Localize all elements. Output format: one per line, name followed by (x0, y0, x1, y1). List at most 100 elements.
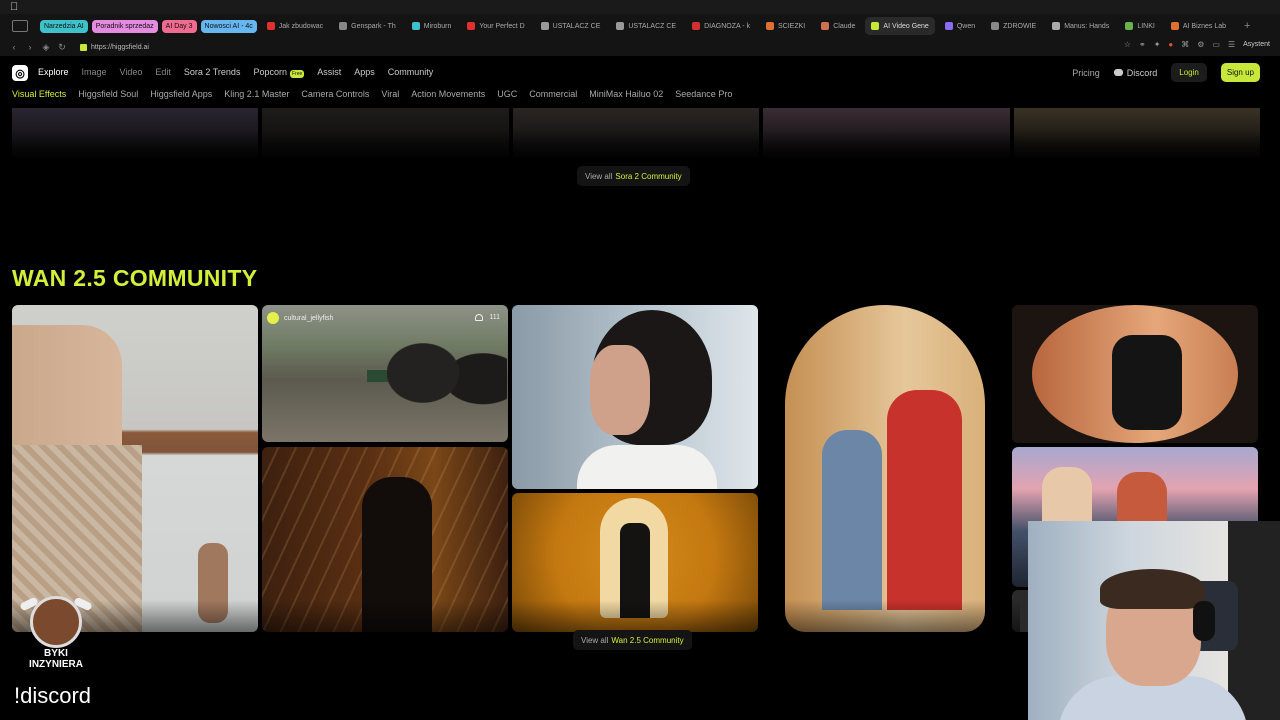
view-all-wan-button[interactable]: View all Wan 2.5 Community (573, 630, 692, 650)
nav-item[interactable]: Edit (155, 67, 171, 77)
url-text: https://higgsfield.ai (91, 43, 149, 51)
settings-icon[interactable]: ⚙ (1197, 40, 1204, 49)
gallery-tile[interactable] (12, 305, 258, 632)
nav-item-label: Edit (155, 67, 171, 77)
browser-tab[interactable]: USTALACZ CE (535, 17, 607, 35)
subnav-item[interactable]: Camera Controls (301, 89, 369, 99)
view-all-sora-button[interactable]: View all Sora 2 Community (577, 166, 690, 186)
browser-tab[interactable]: USTALACZ CE (610, 17, 682, 35)
browser-tab[interactable]: Genspark - Th (333, 17, 402, 35)
tab-favicon-icon (540, 22, 549, 30)
new-tab-icon[interactable]: + (1236, 20, 1258, 32)
sidebar-toggle-icon[interactable] (12, 20, 28, 32)
subnav-item[interactable]: Action Movements (411, 89, 485, 99)
gallery-fade (0, 600, 1020, 690)
tab-favicon-icon (411, 22, 420, 30)
like-count: 111 (489, 314, 500, 321)
star-icon[interactable]: ☆ (1124, 40, 1131, 49)
login-button[interactable]: Login (1171, 63, 1207, 82)
assistant-button[interactable]: Asystent (1243, 41, 1270, 48)
extension-icon[interactable]: ✦ (1154, 40, 1161, 49)
subnav-item[interactable]: UGC (497, 89, 517, 99)
view-all-name: Wan 2.5 Community (611, 635, 684, 645)
browser-tab[interactable]: Qwen (939, 17, 981, 35)
discord-icon (1113, 69, 1123, 76)
apple-icon[interactable]:  (10, 1, 18, 13)
browser-tab[interactable]: AI Biznes Lab (1165, 17, 1232, 35)
gallery-tile[interactable] (512, 305, 758, 489)
browser-tab[interactable]: Claude (815, 17, 861, 35)
gallery-tile[interactable] (1012, 305, 1258, 443)
signup-button[interactable]: Sign up (1220, 63, 1260, 82)
badge-line: BYKI (44, 648, 68, 659)
browser-tab[interactable]: SCIEZKI (760, 17, 811, 35)
tab-group[interactable]: AI Day 3 (161, 19, 197, 33)
subnav-item[interactable]: Higgsfield Soul (78, 89, 138, 99)
subnav-item[interactable]: Commercial (529, 89, 577, 99)
record-icon[interactable]: ● (1168, 40, 1173, 49)
browser-tab[interactable]: Jak zbudowac (261, 17, 329, 35)
reload-icon[interactable]: ↻ (54, 42, 70, 53)
headset-icon (1193, 601, 1215, 641)
tab-label: Manus: Hands (1064, 22, 1110, 30)
browser-tab[interactable]: Your Perfect D (461, 17, 530, 35)
nav-item[interactable]: Explore (38, 67, 69, 77)
discord-link[interactable]: Discord (1113, 68, 1157, 78)
subnav-item[interactable]: Kling 2.1 Master (224, 89, 289, 99)
nav-item[interactable]: Sora 2 Trends (184, 67, 241, 77)
subnav-item[interactable]: MiniMax Hailuo 02 (589, 89, 663, 99)
tab-label: Claude (833, 22, 856, 30)
bull-mascot-icon (30, 596, 82, 648)
tile-author[interactable]: cultural_jellyfish (267, 312, 333, 324)
shield-icon[interactable]: ◈ (38, 42, 54, 53)
nav-item-label: Sora 2 Trends (183, 67, 241, 77)
badge-line: INZYNIERA (29, 659, 83, 670)
nav-item-label: Video (119, 67, 143, 77)
puzzle-icon[interactable]: ⌘ (1181, 40, 1189, 49)
gallery-tile[interactable] (762, 305, 1008, 632)
tab-group[interactable]: Poradnik sprzedaz (91, 19, 158, 33)
forward-icon[interactable]: › (22, 42, 38, 53)
nav-item-label: Popcorn (253, 67, 287, 77)
back-icon[interactable]: ‹ (6, 42, 22, 53)
link-icon[interactable]: ⚭ (1139, 40, 1146, 49)
tab-label: Your Perfect D (479, 22, 525, 30)
thumbnail-shape (1112, 335, 1182, 430)
address-bar[interactable]: https://higgsfield.ai (80, 43, 149, 51)
nav-item[interactable]: Assist (317, 67, 341, 77)
main-nav: Explore Image Video Edit Sora 2 Trends Popcor… (38, 67, 434, 78)
nav-item[interactable]: Video (120, 67, 143, 77)
nav-item[interactable]: Image (82, 67, 107, 77)
browser-tab[interactable]: Manus: Hands (1046, 17, 1115, 35)
pricing-link[interactable]: Pricing (1072, 68, 1100, 78)
browser-tab[interactable]: AI Video Gene (865, 17, 935, 35)
nav-item[interactable]: Community (388, 67, 434, 77)
tab-label: USTALACZ CE (628, 22, 677, 30)
like-button[interactable]: 111 (475, 314, 500, 321)
thumbnail-shape (577, 445, 717, 489)
tab-favicon-icon (944, 22, 953, 30)
subnav-item[interactable]: Higgsfield Apps (150, 89, 212, 99)
subnav-item[interactable]: Seedance Pro (675, 89, 732, 99)
macos-menu-bar:  (0, 0, 1280, 14)
menu-icon[interactable]: ☰ (1228, 40, 1235, 49)
gallery-tile-featured[interactable]: cultural_jellyfish 111 (262, 305, 508, 442)
split-view-icon[interactable]: ▭ (1212, 40, 1220, 49)
tab-group[interactable]: Narzedzia AI (40, 19, 88, 33)
nav-item[interactable]: Popcorn Free (253, 67, 305, 78)
nav-item[interactable]: Apps (354, 67, 375, 77)
browser-tab[interactable]: DIAGNOZA - k (686, 17, 756, 35)
tab-group[interactable]: Nowosci AI - 4c (200, 19, 257, 33)
higgsfield-logo-icon[interactable]: ◎ (12, 65, 28, 81)
tab-favicon-icon (1125, 22, 1134, 30)
subnav-item[interactable]: Viral (381, 89, 399, 99)
thumbnail-shape (387, 327, 507, 442)
browser-tab[interactable]: Miroburn (406, 17, 458, 35)
tab-favicon-icon (871, 22, 880, 30)
browser-tab[interactable]: ZDROWIE (985, 17, 1042, 35)
tab-label: SCIEZKI (778, 22, 806, 30)
tab-favicon-icon (266, 22, 275, 30)
subnav-item[interactable]: Visual Effects (12, 89, 66, 99)
tab-favicon-icon (991, 22, 1000, 30)
browser-tab[interactable]: LINKI (1119, 17, 1161, 35)
